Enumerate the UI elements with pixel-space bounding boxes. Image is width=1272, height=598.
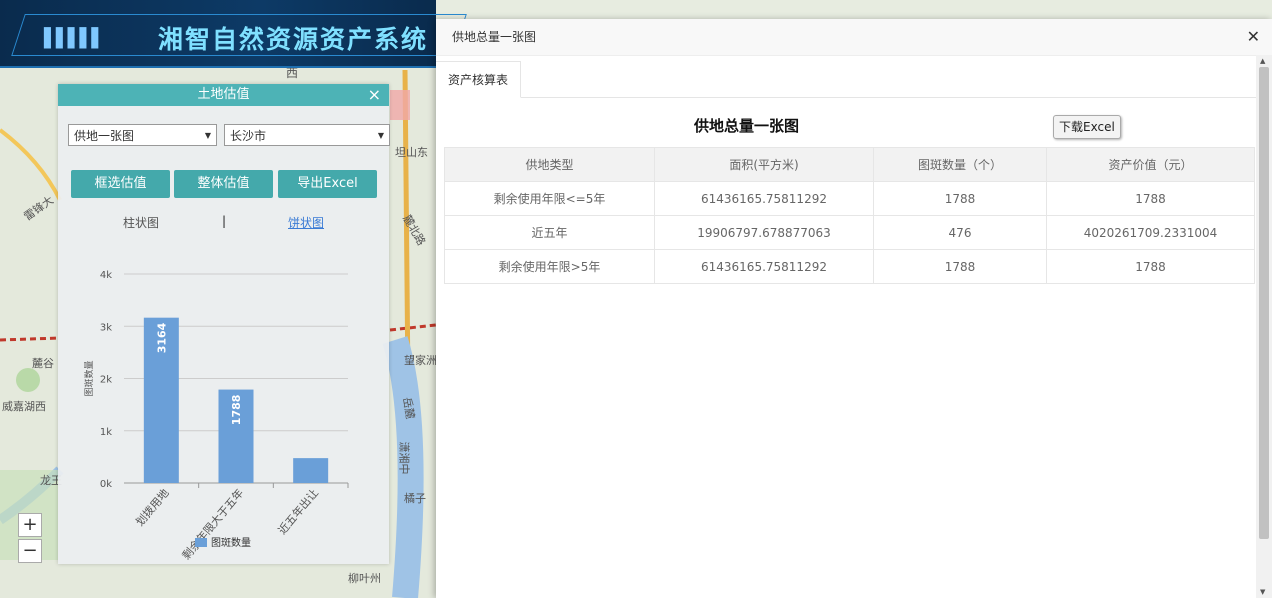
column-header: 面积(平方米) bbox=[654, 147, 874, 182]
x-tick-label: 划拨用地 bbox=[133, 486, 172, 529]
export-excel-button[interactable]: 导出Excel bbox=[278, 170, 377, 198]
close-icon[interactable]: ✕ bbox=[1247, 19, 1260, 55]
scrollbar-thumb[interactable] bbox=[1259, 67, 1269, 539]
layer-select[interactable]: 供地一张图 ▼ bbox=[68, 124, 217, 146]
dialog-scrollbar[interactable]: ▲ ▼ bbox=[1256, 55, 1272, 598]
app-title: 湘智自然资源资产系统 bbox=[158, 25, 429, 54]
dialog-tabbar: 资产核算表 bbox=[436, 61, 1256, 98]
dialog-header: 供地总量一张图 ✕ bbox=[436, 19, 1272, 56]
report-dialog: 供地总量一张图 ✕ 资产核算表 供地总量一张图 下载Excel 供地类型 面积(… bbox=[436, 19, 1272, 598]
box-valuation-button[interactable]: 框选估值 bbox=[71, 170, 170, 198]
dialog-title: 供地总量一张图 bbox=[452, 30, 537, 44]
table-row: 剩余使用年限>5年 61436165.75811292 1788 1788 bbox=[444, 249, 1255, 284]
map-label: 柳叶州 bbox=[348, 572, 381, 585]
map-label: 威嘉湖西 bbox=[2, 400, 46, 413]
bar[interactable] bbox=[293, 458, 329, 483]
map-label: 望家洲 bbox=[404, 354, 437, 367]
scroll-up-icon[interactable]: ▲ bbox=[1260, 57, 1265, 65]
table-cell: 61436165.75811292 bbox=[654, 249, 874, 284]
table-row: 近五年 19906797.678877063 476 4020261709.23… bbox=[444, 215, 1255, 250]
column-header: 供地类型 bbox=[444, 147, 655, 182]
table-cell: 19906797.678877063 bbox=[654, 215, 874, 250]
table-cell: 4020261709.2331004 bbox=[1046, 215, 1255, 250]
tab-bar-chart[interactable]: 柱状图 bbox=[123, 214, 159, 231]
panel-title: 土地估值 bbox=[197, 87, 250, 102]
map-label: 橘子 bbox=[404, 492, 426, 505]
bar-chart: 0k1k2k3k4k图斑数量3164划拨用地1788剩余年限大于五年 近五年出让图… bbox=[83, 270, 349, 562]
map-label: 麓谷 bbox=[32, 357, 54, 370]
table-cell: 476 bbox=[873, 215, 1047, 250]
y-tick-label: 2k bbox=[100, 375, 112, 386]
tab-separator: | bbox=[222, 214, 227, 228]
city-select-value: 长沙市 bbox=[230, 129, 267, 143]
column-header: 图斑数量（个） bbox=[873, 147, 1047, 182]
tab-asset-accounting[interactable]: 资产核算表 bbox=[436, 61, 522, 98]
city-select[interactable]: 长沙市 ▼ bbox=[224, 124, 390, 146]
table-cell: 近五年 bbox=[444, 215, 655, 250]
table-cell: 1788 bbox=[1046, 249, 1255, 284]
map-label: 坦山东 bbox=[395, 146, 428, 159]
panel-close-icon[interactable]: × bbox=[368, 84, 381, 106]
table-cell: 1788 bbox=[873, 181, 1047, 216]
y-tick-label: 1k bbox=[100, 427, 112, 438]
y-tick-label: 3k bbox=[100, 322, 112, 333]
x-tick-label: 剩余年限大于五年 bbox=[179, 486, 246, 562]
table-row: 剩余使用年限<=5年 61436165.75811292 1788 1788 bbox=[444, 181, 1255, 216]
chevron-down-icon: ▼ bbox=[204, 131, 211, 140]
table-cell: 剩余使用年限>5年 bbox=[444, 249, 655, 284]
chevron-down-icon: ▼ bbox=[377, 131, 384, 140]
asset-table: 供地类型 面积(平方米) 图斑数量（个） 资产价值（元） 剩余使用年限<=5年 … bbox=[444, 147, 1255, 284]
whole-valuation-button[interactable]: 整体估值 bbox=[174, 170, 273, 198]
table-cell: 1788 bbox=[873, 249, 1047, 284]
layer-select-value: 供地一张图 bbox=[74, 129, 135, 143]
zoom-out-button[interactable]: − bbox=[18, 539, 42, 563]
y-tick-label: 0k bbox=[100, 479, 112, 490]
download-excel-button[interactable]: 下载Excel bbox=[1053, 115, 1121, 139]
bar-value-label: 3164 bbox=[155, 322, 168, 353]
land-valuation-panel: 土地估值 × 供地一张图 ▼ 长沙市 ▼ 框选估值 整体估值 导出Excel 柱… bbox=[58, 84, 390, 564]
legend-label[interactable]: 图斑数量 bbox=[211, 536, 251, 549]
banner-stripes-icon: ▌▌▌▌▌ bbox=[44, 28, 105, 49]
scroll-down-icon[interactable]: ▼ bbox=[1260, 588, 1265, 596]
legend-swatch bbox=[195, 538, 207, 547]
bar-value-label: 1788 bbox=[230, 395, 243, 426]
column-header: 资产价值（元） bbox=[1046, 147, 1255, 182]
x-tick-label: 近五年出让 bbox=[275, 486, 321, 537]
table-header-row: 供地类型 面积(平方米) 图斑数量（个） 资产价值（元） bbox=[444, 147, 1255, 182]
map-label: 潇湘中 bbox=[397, 441, 411, 475]
y-tick-label: 4k bbox=[100, 270, 112, 281]
zoom-in-button[interactable]: + bbox=[18, 513, 42, 537]
report-title: 供地总量一张图 bbox=[694, 117, 800, 135]
app-header: ▌▌▌▌▌ 湘智自然资源资产系统 bbox=[0, 0, 467, 68]
tab-pie-chart[interactable]: 饼状图 bbox=[288, 214, 324, 231]
panel-header: 土地估值 × bbox=[58, 84, 389, 106]
table-cell: 剩余使用年限<=5年 bbox=[444, 181, 655, 216]
table-cell: 61436165.75811292 bbox=[654, 181, 874, 216]
y-axis-label: 图斑数量 bbox=[83, 360, 95, 396]
table-cell: 1788 bbox=[1046, 181, 1255, 216]
